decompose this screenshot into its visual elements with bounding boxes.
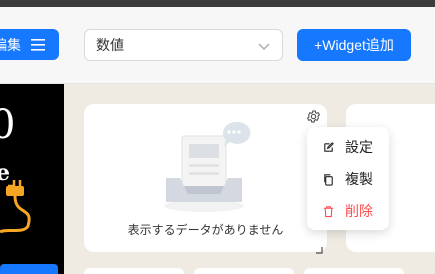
empty-state-text: 表示するデータがありません [127, 223, 284, 237]
dark-panel-button[interactable] [0, 264, 58, 274]
plug-icon [0, 176, 44, 241]
menu-item-label: 複製 [345, 171, 373, 187]
menu-item-delete[interactable]: 削除 [307, 195, 389, 227]
chevron-down-icon [258, 39, 270, 55]
menu-item-label: 設定 [345, 139, 373, 155]
empty-inbox-icon [162, 116, 258, 221]
edit-icon [322, 141, 335, 154]
menu-icon [31, 38, 45, 51]
gear-icon[interactable] [306, 109, 321, 129]
dark-panel-number: 0 [0, 102, 16, 148]
metric-select-value: 数値 [96, 37, 124, 53]
menu-item-duplicate[interactable]: 複製 [307, 163, 389, 195]
widget-card-bottom [194, 268, 294, 274]
copy-icon [322, 173, 335, 186]
edit-button[interactable]: 編集 [0, 29, 59, 60]
add-widget-button[interactable]: +Widget追加 [297, 29, 411, 61]
widget-card: 表示するデータがありません [84, 104, 327, 254]
menu-item-settings[interactable]: 設定 [307, 131, 389, 163]
metric-select[interactable]: 数値 [84, 29, 283, 61]
widget-dark-panel: 0 e [0, 84, 64, 274]
widget-context-menu: 設定 複製 削除 [307, 127, 389, 230]
widget-card-bottom [84, 268, 184, 274]
toolbar: 編集 数値 +Widget追加 [0, 7, 435, 84]
menu-item-label: 削除 [345, 203, 373, 219]
delete-icon [322, 205, 335, 218]
edit-button-label: 編集 [0, 36, 21, 53]
widget-card-bottom [304, 268, 404, 274]
top-window-bar [0, 0, 435, 7]
resize-handle-icon[interactable] [315, 241, 323, 259]
